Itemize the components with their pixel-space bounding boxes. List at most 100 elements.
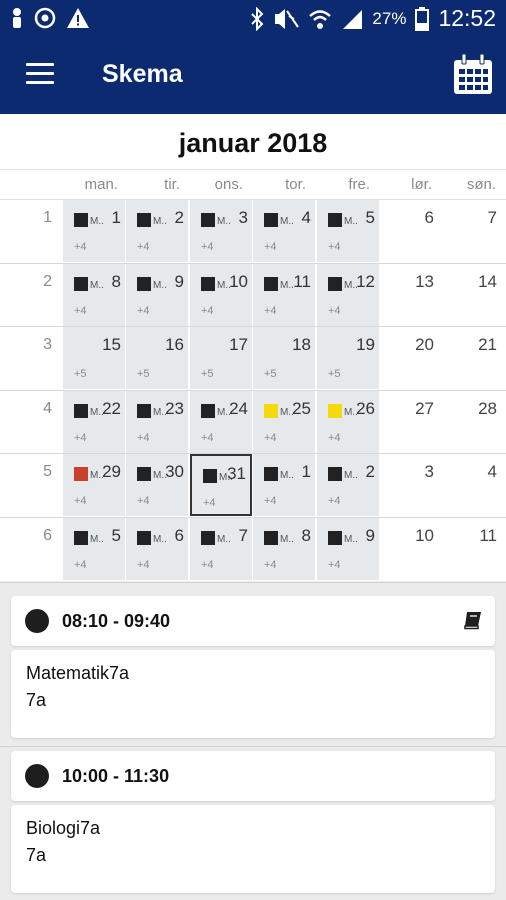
event-marker xyxy=(74,531,88,545)
menu-icon[interactable] xyxy=(26,63,54,85)
calendar-day[interactable]: 6 xyxy=(380,200,442,262)
calendar-day[interactable]: 7 xyxy=(443,200,505,262)
weekday-label: lør. xyxy=(411,176,432,193)
calendar-day[interactable]: M.. 1 +4 xyxy=(253,454,315,516)
event-marker xyxy=(264,213,278,227)
calendar-day[interactable]: M.. 23 +4 xyxy=(126,391,188,453)
day-number: 7 xyxy=(487,208,497,227)
book-icon[interactable] xyxy=(463,610,485,630)
day-number: 10 xyxy=(415,526,434,545)
calendar-day[interactable]: M.. 10 +4 xyxy=(190,264,252,326)
calendar-day[interactable]: 27 xyxy=(380,391,442,453)
calendar-icon[interactable] xyxy=(451,53,495,97)
more-events-count: +4 xyxy=(74,241,87,253)
calendar-day[interactable]: M.. 6 +4 xyxy=(126,518,188,580)
day-number: 2 xyxy=(365,462,375,481)
event-label: M.. xyxy=(344,534,358,545)
calendar-day[interactable]: M.. 26 +4 xyxy=(317,391,379,453)
weekday-label: man. xyxy=(84,176,118,193)
event-label: M.. xyxy=(280,280,294,291)
event-marker xyxy=(201,213,215,227)
calendar-day[interactable]: M.. 5 +4 xyxy=(63,518,125,580)
more-events-count: +5 xyxy=(137,368,150,380)
day-number: 25 xyxy=(292,399,311,418)
calendar-day[interactable]: M.. 2 +4 xyxy=(317,454,379,516)
day-number: 19 xyxy=(356,335,375,354)
calendar-day[interactable]: 18 +5 xyxy=(253,327,315,389)
calendar-day[interactable]: 16 +5 xyxy=(126,327,188,389)
event-label: M.. xyxy=(217,534,231,545)
event-label: M.. xyxy=(280,216,294,227)
lesson-class: 7a xyxy=(26,845,47,865)
event-marker xyxy=(264,404,278,418)
calendar-day[interactable]: 28 xyxy=(443,391,505,453)
more-events-count: +4 xyxy=(264,495,277,507)
day-number: 13 xyxy=(415,272,434,291)
calendar-day[interactable]: 14 xyxy=(443,264,505,326)
calendar-day[interactable]: 13 xyxy=(380,264,442,326)
calendar-day[interactable]: M.. 2 +4 xyxy=(126,200,188,262)
calendar-day[interactable]: M.. 24 +4 xyxy=(190,391,252,453)
lesson-header[interactable]: 08:10 - 09:40 xyxy=(11,596,495,646)
weekday-label: fre. xyxy=(348,176,370,193)
event-marker xyxy=(328,277,342,291)
calendar-day[interactable]: M.. 12 +4 xyxy=(317,264,379,326)
day-number: 5 xyxy=(111,526,121,545)
day-number: 5 xyxy=(365,208,375,227)
more-events-count: +4 xyxy=(74,432,87,444)
event-marker xyxy=(201,531,215,545)
lesson-details[interactable]: Biologi7a 7a xyxy=(11,805,495,893)
calendar-day[interactable]: M.. 8 +4 xyxy=(253,518,315,580)
more-events-count: +5 xyxy=(328,368,341,380)
day-number: 26 xyxy=(356,399,375,418)
more-events-count: +4 xyxy=(137,559,150,571)
calendar-day[interactable]: M.. 29 +4 xyxy=(63,454,125,516)
week-number: 4 xyxy=(43,400,52,417)
calendar-day[interactable]: M.. 4 +4 xyxy=(253,200,315,262)
month-title: januar 2018 xyxy=(0,114,506,170)
grid-divider xyxy=(0,263,506,264)
calendar-day[interactable]: M.. 5 +4 xyxy=(317,200,379,262)
more-events-count: +4 xyxy=(137,305,150,317)
calendar-day[interactable]: 21 xyxy=(443,327,505,389)
weekday-label: tor. xyxy=(285,176,306,193)
calendar-day[interactable]: M.. 8 +4 xyxy=(63,264,125,326)
day-number: 1 xyxy=(111,208,121,227)
calendar-day[interactable]: 3 xyxy=(380,454,442,516)
day-number: 9 xyxy=(174,272,184,291)
event-label: M.. xyxy=(217,216,231,227)
calendar-day[interactable]: 11 xyxy=(443,518,505,580)
calendar-day[interactable]: M.. 25 +4 xyxy=(253,391,315,453)
grid-divider xyxy=(0,517,506,518)
sync-notification-icon xyxy=(34,7,56,29)
calendar-day[interactable]: M.. 31 +4 xyxy=(190,454,252,516)
calendar-day[interactable]: M.. 30 +4 xyxy=(126,454,188,516)
calendar-day[interactable]: M.. 9 +4 xyxy=(317,518,379,580)
event-label: M.. xyxy=(280,470,294,481)
calendar-day[interactable]: 20 xyxy=(380,327,442,389)
calendar-day[interactable]: 4 xyxy=(443,454,505,516)
weekday-label: ons. xyxy=(214,176,243,193)
lesson-details[interactable]: Matematik7a 7a xyxy=(11,650,495,738)
more-events-count: +4 xyxy=(74,559,87,571)
calendar-day[interactable]: 17 +5 xyxy=(190,327,252,389)
more-events-count: +4 xyxy=(264,241,277,253)
lesson-header[interactable]: 10:00 - 11:30 xyxy=(11,751,495,801)
calendar-day[interactable]: M.. 22 +4 xyxy=(63,391,125,453)
week-number: 5 xyxy=(43,463,52,480)
calendar-day[interactable]: M.. 9 +4 xyxy=(126,264,188,326)
day-number: 1 xyxy=(301,462,311,481)
calendar-day[interactable]: M.. 11 +4 xyxy=(253,264,315,326)
calendar-day[interactable]: 15 +5 xyxy=(63,327,125,389)
calendar-day[interactable]: M.. 1 +4 xyxy=(63,200,125,262)
calendar-day[interactable]: 19 +5 xyxy=(317,327,379,389)
calendar-day[interactable]: M.. 7 +4 xyxy=(190,518,252,580)
day-number: 20 xyxy=(415,335,434,354)
event-marker xyxy=(264,467,278,481)
calendar-day[interactable]: M.. 3 +4 xyxy=(190,200,252,262)
more-events-count: +4 xyxy=(328,559,341,571)
day-number: 6 xyxy=(424,208,434,227)
day-number: 2 xyxy=(174,208,184,227)
calendar-day[interactable]: 10 xyxy=(380,518,442,580)
day-number: 17 xyxy=(229,335,248,354)
